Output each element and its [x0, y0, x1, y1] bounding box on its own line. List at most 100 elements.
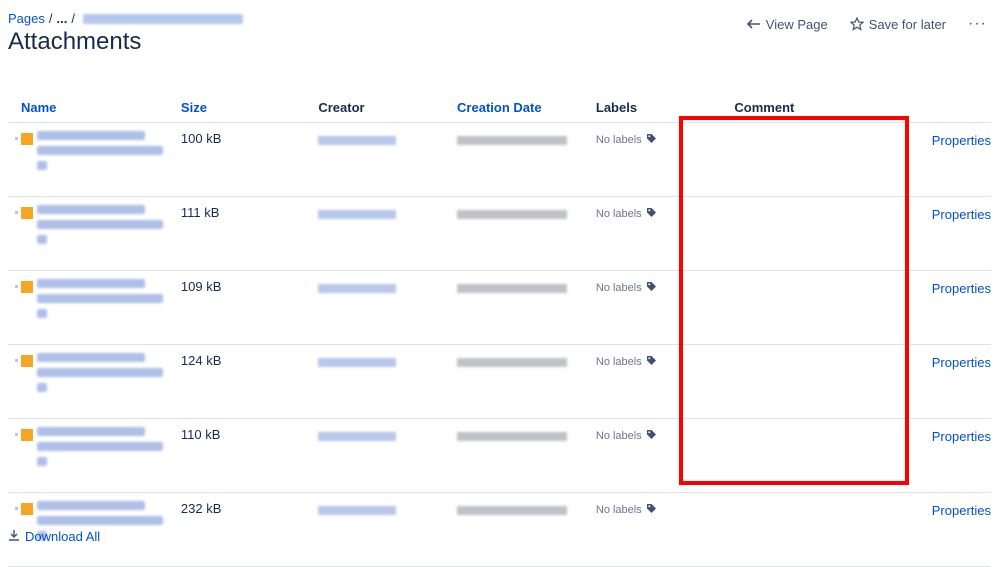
- size-cell: 124 kB: [180, 344, 319, 419]
- no-labels-text: No labels: [595, 356, 642, 368]
- creator-name-redacted[interactable]: [318, 358, 397, 367]
- no-labels: No labels: [596, 207, 657, 221]
- creator-cell: [318, 122, 458, 197]
- table-row: 110 kB No labels Properties: [8, 418, 991, 493]
- page-actions: View Page Save for later ···: [746, 15, 987, 33]
- image-file-icon: [15, 429, 33, 441]
- image-file-icon: [15, 503, 33, 515]
- page-title: Attachments: [8, 28, 142, 55]
- more-actions-icon[interactable]: ···: [968, 15, 987, 33]
- creator-name-redacted[interactable]: [318, 284, 397, 293]
- tag-icon[interactable]: [646, 133, 657, 147]
- tag-icon[interactable]: [646, 503, 657, 517]
- attachments-table: Name Size Creator Creation Date Labels C…: [8, 96, 991, 567]
- star-icon: [849, 17, 864, 31]
- properties-link[interactable]: Properties: [932, 207, 991, 222]
- file-link[interactable]: [15, 205, 181, 244]
- breadcrumb-separator: /: [71, 11, 75, 26]
- file-size: 100 kB: [180, 131, 222, 146]
- file-size: 110 kB: [180, 427, 221, 442]
- size-cell: 110 kB: [180, 418, 319, 493]
- creator-cell: [318, 418, 458, 493]
- actions-cell: Properties: [931, 122, 991, 197]
- file-name-redacted[interactable]: [37, 427, 163, 466]
- creator-cell: [318, 344, 458, 419]
- labels-cell: No labels: [595, 418, 735, 493]
- creation-date-redacted: [457, 358, 568, 367]
- breadcrumb: Pages / ... /: [8, 11, 243, 26]
- actions-cell: Properties: [931, 196, 991, 271]
- no-labels-text: No labels: [595, 282, 642, 294]
- column-header-name[interactable]: Name: [8, 96, 181, 123]
- creation-date-redacted: [457, 284, 568, 293]
- image-file-icon: [15, 207, 33, 219]
- comment-cell: [734, 196, 932, 271]
- no-labels: No labels: [596, 133, 657, 147]
- creation-date-cell: [457, 122, 596, 197]
- labels-cell: No labels: [595, 196, 735, 271]
- file-name-cell: [8, 418, 181, 493]
- no-labels-text: No labels: [595, 504, 642, 516]
- creator-cell: [318, 270, 458, 345]
- creation-date-cell: [457, 492, 596, 567]
- properties-link[interactable]: Properties: [932, 133, 991, 148]
- file-name-redacted[interactable]: [37, 131, 163, 170]
- file-link[interactable]: [15, 353, 181, 392]
- creation-date-redacted: [457, 136, 568, 145]
- file-link[interactable]: [15, 427, 181, 466]
- comment-cell: [734, 492, 932, 567]
- file-name-redacted[interactable]: [37, 279, 163, 318]
- comment-cell: [734, 122, 932, 197]
- file-name-cell: [8, 196, 181, 271]
- creator-name-redacted[interactable]: [318, 210, 397, 219]
- actions-cell: Properties: [931, 418, 991, 493]
- file-link[interactable]: [15, 131, 181, 170]
- file-link[interactable]: [15, 279, 181, 318]
- breadcrumb-ellipsis[interactable]: ...: [57, 11, 68, 26]
- creation-date-cell: [457, 418, 596, 493]
- file-name-cell: [8, 344, 181, 419]
- file-name-redacted[interactable]: [37, 205, 163, 244]
- creation-date-redacted: [457, 432, 568, 441]
- file-size: 111 kB: [180, 205, 220, 220]
- file-name-redacted[interactable]: [37, 353, 163, 392]
- image-file-icon: [15, 355, 33, 367]
- creator-name-redacted[interactable]: [318, 136, 397, 145]
- download-all-label: Download All: [25, 529, 101, 544]
- properties-link[interactable]: Properties: [932, 429, 991, 444]
- creation-date-cell: [457, 270, 596, 345]
- no-labels: No labels: [596, 355, 657, 369]
- tag-icon[interactable]: [646, 207, 657, 221]
- table-row: 111 kB No labels Properties: [8, 196, 991, 271]
- properties-link[interactable]: Properties: [932, 503, 991, 518]
- no-labels-text: No labels: [595, 208, 642, 220]
- comment-cell: [734, 418, 932, 493]
- properties-link[interactable]: Properties: [932, 355, 991, 370]
- view-page-label: View Page: [765, 16, 828, 32]
- file-size: 124 kB: [180, 353, 222, 368]
- tag-icon[interactable]: [646, 429, 657, 443]
- actions-cell: Properties: [931, 344, 991, 419]
- image-file-icon: [15, 133, 33, 145]
- save-for-later-button[interactable]: Save for later: [849, 17, 946, 32]
- column-header-actions: [931, 96, 991, 123]
- creator-name-redacted[interactable]: [318, 432, 397, 441]
- creation-date-redacted: [457, 210, 568, 219]
- no-labels: No labels: [596, 503, 657, 517]
- breadcrumb-separator: /: [48, 11, 53, 26]
- file-name-cell: [8, 270, 181, 345]
- creator-name-redacted[interactable]: [318, 506, 397, 515]
- table-row: 109 kB No labels Properties: [8, 270, 991, 345]
- view-page-button[interactable]: View Page: [746, 16, 828, 32]
- download-all-button[interactable]: Download All: [8, 529, 100, 544]
- column-header-size[interactable]: Size: [180, 96, 319, 123]
- tag-icon[interactable]: [646, 281, 657, 295]
- column-header-creation-date[interactable]: Creation Date: [457, 96, 596, 123]
- no-labels-text: No labels: [595, 134, 642, 146]
- properties-link[interactable]: Properties: [932, 281, 991, 296]
- breadcrumb-parent-link-redacted[interactable]: [82, 13, 243, 24]
- tag-icon[interactable]: [646, 355, 657, 369]
- file-size: 232 kB: [180, 501, 222, 516]
- creator-cell: [318, 196, 458, 271]
- breadcrumb-pages-link[interactable]: Pages: [8, 11, 45, 26]
